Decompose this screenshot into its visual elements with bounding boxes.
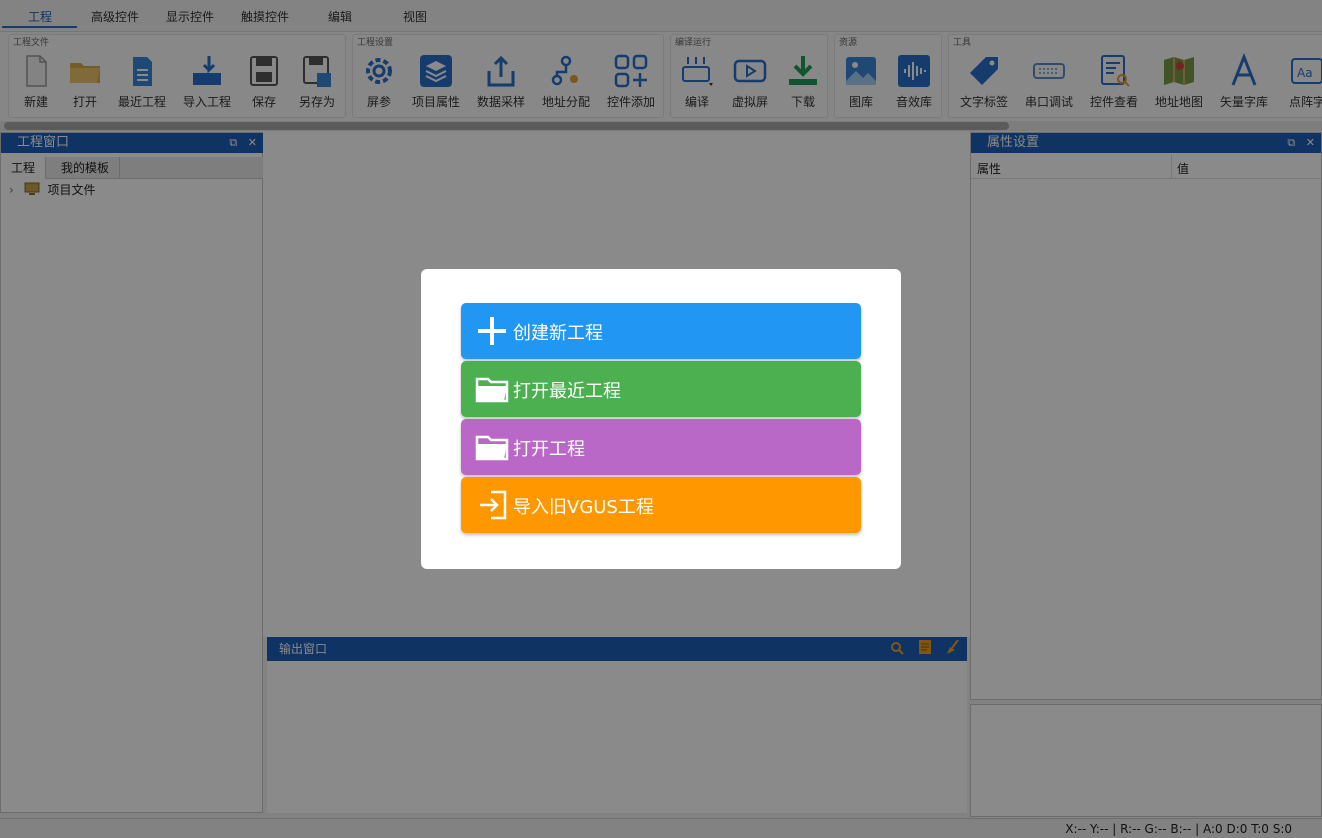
open-project-button[interactable]: 打开工程 (461, 419, 861, 475)
button-label: 打开工程 (513, 439, 585, 460)
button-label: 打开最近工程 (513, 381, 621, 402)
import-arrow-icon (480, 490, 507, 520)
folder-icon (475, 435, 509, 461)
folder-icon (475, 377, 509, 403)
start-dialog: 创建新工程 打开最近工程 打开工程 导入旧VGUS工程 (421, 269, 901, 569)
modal-overlay: 创建新工程 打开最近工程 打开工程 导入旧VGUS工程 (0, 0, 1322, 838)
open-recent-project-button[interactable]: 打开最近工程 (461, 361, 861, 417)
import-old-vgus-project-button[interactable]: 导入旧VGUS工程 (461, 477, 861, 533)
button-label: 创建新工程 (513, 323, 603, 344)
button-label: 导入旧VGUS工程 (513, 497, 654, 518)
create-new-project-button[interactable]: 创建新工程 (461, 303, 861, 359)
plus-icon (478, 317, 506, 345)
